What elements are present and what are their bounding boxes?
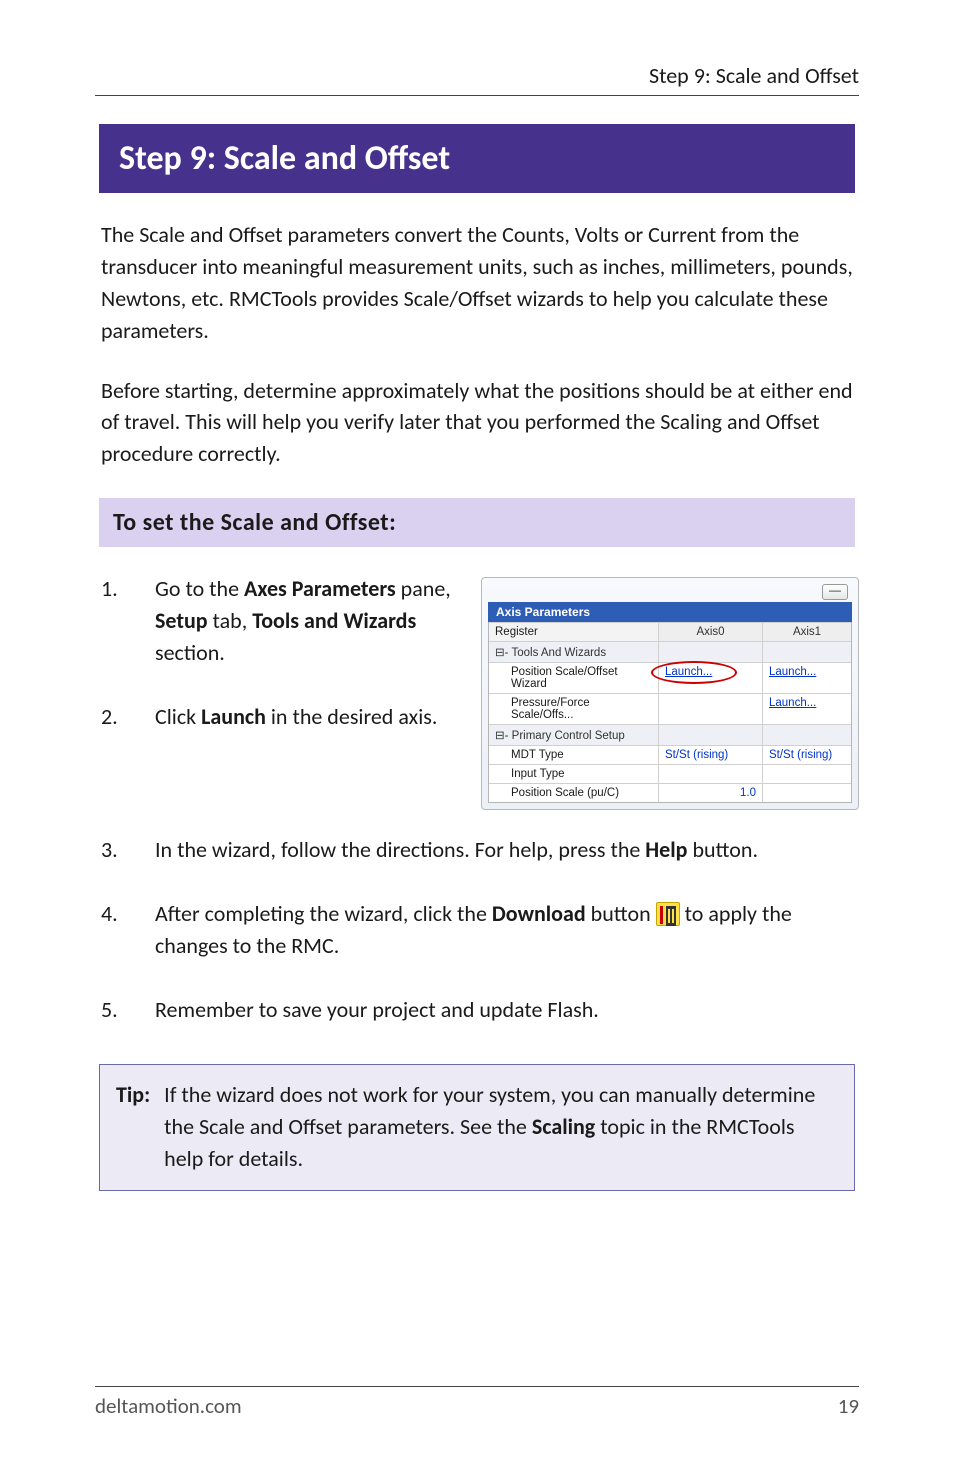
- tree-collapse-icon: ⊟-: [495, 730, 508, 742]
- cell-value[interactable]: [763, 765, 851, 783]
- highlight-circle: [651, 661, 737, 684]
- download-icon: [656, 902, 680, 926]
- step-5: 5. Remember to save your project and upd…: [101, 994, 859, 1026]
- col-register: Register: [489, 623, 659, 641]
- row-position-scale: Position Scale (pu/C) 1.0: [489, 783, 851, 802]
- step-number: 4.: [101, 898, 137, 930]
- row-input-type: Input Type: [489, 764, 851, 783]
- step-text: Go to the: [155, 575, 244, 602]
- row-position-scale-wizard: Position Scale/Offset Wizard Launch... L…: [489, 662, 851, 693]
- step-number: 5.: [101, 994, 137, 1026]
- pane-title: Axis Parameters: [488, 602, 852, 622]
- page-number: 19: [838, 1393, 859, 1419]
- footer-domain: deltamotion.com: [95, 1393, 242, 1419]
- minimize-icon: —: [822, 584, 848, 600]
- row-pressure-force-wizard: Pressure/Force Scale/Offs... Launch...: [489, 693, 851, 724]
- tip-callout: Tip: If the wizard does not work for you…: [99, 1064, 855, 1192]
- scaling-label: Scaling: [532, 1113, 595, 1140]
- section-heading: To set the Scale and Offset:: [99, 498, 855, 547]
- row-label: MDT Type: [489, 746, 659, 764]
- help-label: Help: [645, 836, 687, 863]
- tip-label: Tip:: [116, 1079, 150, 1175]
- cell-value[interactable]: [659, 765, 763, 783]
- step-4: 4. After completing the wizard, click th…: [101, 898, 859, 962]
- tip-body: If the wizard does not work for your sys…: [164, 1079, 838, 1175]
- step-2: 2. Click Launch in the desired axis.: [101, 701, 461, 733]
- cell-value[interactable]: 1.0: [659, 784, 763, 802]
- axes-parameters-label: Axes Parameters: [244, 575, 396, 602]
- tree-collapse-icon: ⊟-: [495, 647, 508, 659]
- step-number: 3.: [101, 834, 137, 866]
- row-label: Position Scale (pu/C): [489, 784, 659, 802]
- step-number: 2.: [101, 701, 137, 733]
- row-label: Input Type: [489, 765, 659, 783]
- section-tools-and-wizards: ⊟- Tools And Wizards: [489, 641, 851, 662]
- launch-label: Launch: [201, 703, 266, 730]
- launch-link-axis1[interactable]: Launch...: [769, 697, 816, 709]
- col-axis0: Axis0: [659, 623, 763, 641]
- intro-paragraph-1: The Scale and Offset parameters convert …: [101, 219, 853, 347]
- setup-label: Setup: [155, 607, 208, 634]
- cell-value[interactable]: [763, 784, 851, 802]
- download-label: Download: [492, 900, 586, 927]
- table-header-row: Register Axis0 Axis1: [489, 622, 851, 641]
- intro-paragraph-2: Before starting, determine approximately…: [101, 375, 853, 471]
- axis-parameters-screenshot: — Axis Parameters Register Axis0 Axis1 ⊟…: [481, 577, 859, 810]
- row-label: Pressure/Force Scale/Offs...: [489, 694, 659, 724]
- page-title: Step 9: Scale and Offset: [99, 124, 855, 193]
- row-mdt-type: MDT Type St/St (rising) St/St (rising): [489, 745, 851, 764]
- step-number: 1.: [101, 573, 137, 605]
- cell-value[interactable]: St/St (rising): [763, 746, 851, 764]
- launch-link-axis1[interactable]: Launch...: [769, 666, 816, 678]
- running-header: Step 9: Scale and Offset: [95, 62, 859, 96]
- cell-value[interactable]: St/St (rising): [659, 746, 763, 764]
- row-label: Position Scale/Offset Wizard: [489, 663, 659, 693]
- step-1: 1. Go to the Axes Parameters pane, Setup…: [101, 573, 461, 669]
- step-3: 3. In the wizard, follow the directions.…: [101, 834, 859, 866]
- col-axis1: Axis1: [763, 623, 851, 641]
- tools-and-wizards-label: Tools and Wizards: [252, 607, 416, 634]
- section-primary-control-setup: ⊟- Primary Control Setup: [489, 724, 851, 745]
